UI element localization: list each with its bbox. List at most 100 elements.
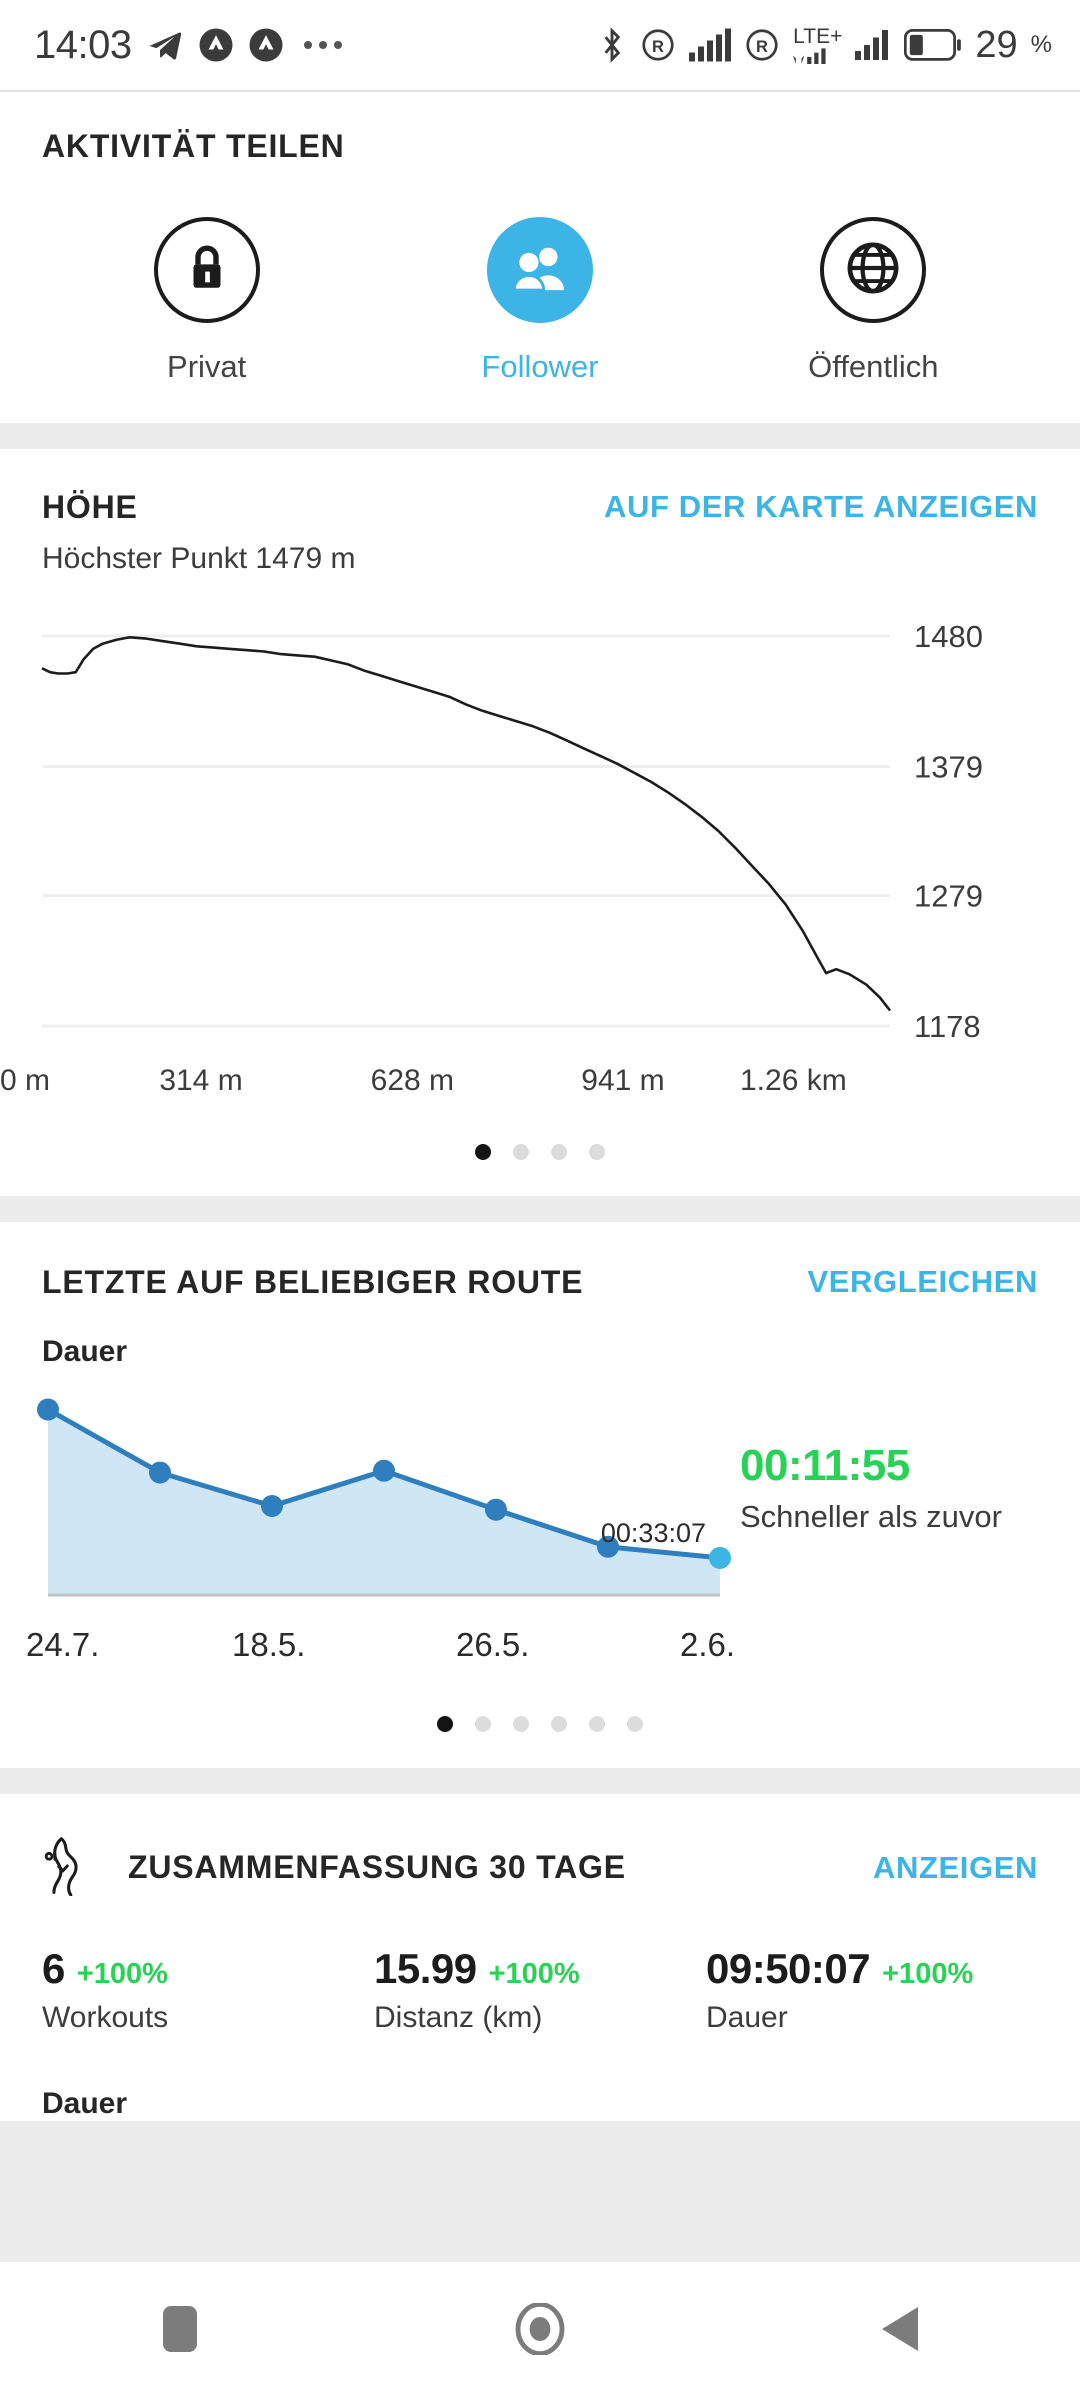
people-icon [512,244,568,297]
elevation-title: HÖHE [42,489,138,525]
stat-duration-delta: +100% [882,1958,974,1990]
network-type-text: LTE+ [793,25,843,48]
route-pager[interactable] [0,1682,1080,1768]
route-chart-svg: 00:33:07 [37,1398,731,1597]
share-activity-title: AKTIVITÄT TEILEN [42,128,345,164]
elevation-x-tick-labels: 0 m 314 m 628 m 941 m 1.26 km [0,1064,1080,1110]
compare-link[interactable]: VERGLEICHEN [807,1264,1038,1300]
elevation-y-tick: 1178 [914,1009,981,1044]
battery-icon [904,29,962,61]
globe-icon [846,241,900,300]
route-improvement-block: 00:11:55 Schneller als zuvor [740,1369,1080,1536]
status-bar-left: 14:03 [34,23,342,68]
route-data-point[interactable] [709,1546,731,1569]
pager-dot[interactable] [513,1144,529,1160]
more-dots-icon [303,41,342,49]
summary-card: ZUSAMMENFASSUNG 30 TAGE ANZEIGEN 6 +100%… [0,1794,1080,2121]
stat-workouts-top: 6 +100% [42,1945,374,1993]
pager-dot[interactable] [475,1144,491,1160]
bluetooth-icon [597,26,627,64]
app-notification-icon [198,27,234,63]
svg-text:R: R [652,38,664,56]
last-route-title: LETZTE AUF BELIEBIGER ROUTE [42,1264,584,1300]
elevation-pager[interactable] [0,1110,1080,1196]
elevation-chart-svg: 1480 1379 1279 1178 [41,622,983,1044]
pager-dot[interactable] [589,1716,605,1732]
share-options-group: Privat Follower Öffentlich [0,217,1080,385]
route-data-point[interactable] [261,1494,283,1517]
recents-square-icon [163,2305,197,2357]
elevation-y-tick-labels: 1480 1379 1279 1178 [914,622,983,1044]
elevation-x-tick: 1.26 km [740,1064,847,1097]
elevation-y-tick: 1480 [914,622,983,654]
back-triangle-icon [880,2305,920,2358]
pager-dot[interactable] [551,1716,567,1732]
signal-bars-icon [855,30,891,60]
signal-bars-icon [689,28,732,62]
pager-dot[interactable] [589,1144,605,1160]
route-data-point[interactable] [37,1398,59,1421]
stat-workouts: 6 +100% Workouts [42,1945,374,2035]
share-option-follower[interactable]: Follower [420,217,660,385]
route-last-value-label: 00:33:07 [601,1518,706,1548]
stat-duration-value: 09:50:07 [706,1945,871,1992]
summary-stats-row: 6 +100% Workouts 15.99 +100% Distanz (km… [0,1945,1080,2035]
recents-button[interactable] [80,2261,280,2400]
stat-workouts-delta: +100% [76,1958,168,1990]
elevation-x-tick: 0 m [0,1064,51,1097]
share-option-private[interactable]: Privat [87,217,327,385]
pager-dot[interactable] [437,1716,453,1732]
section-divider [0,423,1080,449]
elevation-chart[interactable]: 1480 1379 1279 1178 0 m 314 m 628 m 941 m 1.26 … [0,622,1080,1110]
public-option-label: Öffentlich [808,349,939,384]
summary-metric-label: Dauer [42,2087,128,2120]
home-button[interactable] [440,2261,640,2400]
route-data-point[interactable] [485,1498,507,1521]
pager-dot[interactable] [475,1716,491,1732]
pager-dot[interactable] [513,1716,529,1732]
stat-duration-top: 09:50:07 +100% [706,1945,1038,1993]
show-on-map-link[interactable]: AUF DER KARTE ANZEIGEN [604,489,1038,525]
follower-option-label: Follower [481,349,599,384]
status-time: 14:03 [34,22,132,67]
follower-option-circle[interactable] [486,217,593,323]
stat-duration: 09:50:07 +100% Dauer [706,1945,1038,2035]
pager-dot[interactable] [551,1144,567,1160]
route-data-point[interactable] [373,1459,395,1482]
stat-workouts-label: Workouts [42,2001,169,2034]
status-bar-right: R R LTE+ 29 % [597,24,1052,67]
route-chart-body: 00:33:07 24.7. 18.5. 26.5. 2.6. 00:11:55 Sc… [0,1369,1080,1682]
back-button[interactable] [800,2261,1000,2400]
section-divider [0,1196,1080,1222]
improvement-time: 00:11:55 [740,1441,910,1490]
home-circle-icon [514,2301,566,2360]
summary-header-left: ZUSAMMENFASSUNG 30 TAGE [42,1834,626,1901]
summary-title: ZUSAMMENFASSUNG 30 TAGE [128,1849,626,1885]
last-route-header: LETZTE AUF BELIEBIGER ROUTE VERGLEICHEN [0,1264,1080,1301]
summary-show-link[interactable]: ANZEIGEN [873,1850,1038,1886]
share-option-public[interactable]: Öffentlich [753,217,993,385]
elevation-y-tick: 1379 [914,749,983,784]
improvement-text: Schneller als zuvor [740,1499,1002,1534]
private-option-label: Privat [167,349,247,384]
stat-distance-top: 15.99 +100% [374,1945,706,1993]
status-bar: 14:03 R R LTE+ 29 % [0,0,1080,92]
route-x-tick: 2.6. [680,1626,736,1663]
lock-icon [182,241,232,300]
route-duration-chart[interactable]: 00:33:07 24.7. 18.5. 26.5. 2.6. [0,1369,740,1682]
telegram-icon [146,26,184,64]
roaming-r-icon: R [744,27,780,63]
svg-text:R: R [756,38,768,56]
private-option-circle[interactable] [153,217,260,323]
battery-percent-symbol: % [1030,31,1052,58]
network-type-label: LTE+ [793,26,842,64]
summary-header: ZUSAMMENFASSUNG 30 TAGE ANZEIGEN [0,1834,1080,1901]
route-x-tick: 18.5. [232,1626,306,1663]
roaming-r-icon: R [640,27,676,63]
route-x-tick-labels: 24.7. 18.5. 26.5. 2.6. [0,1622,740,1682]
stat-duration-label: Dauer [706,2001,788,2034]
pager-dot[interactable] [627,1716,643,1732]
route-data-point[interactable] [149,1461,171,1484]
public-option-circle[interactable] [820,217,927,323]
elevation-subtitle: Höchster Punkt 1479 m [42,542,356,575]
